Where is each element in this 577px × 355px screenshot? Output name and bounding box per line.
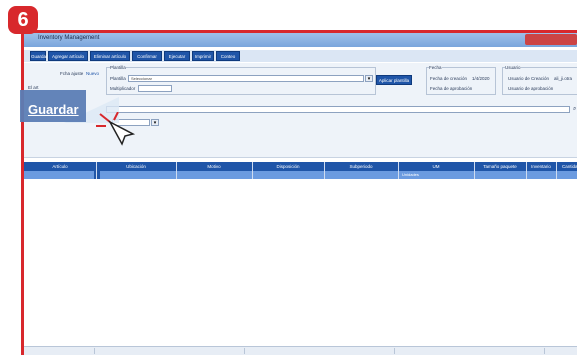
- usuario-group-label: Usuario: [505, 65, 521, 70]
- search-icon[interactable]: ⌕: [573, 106, 576, 113]
- delete-item-button[interactable]: Eliminar artículo: [90, 51, 130, 61]
- plantilla-dropdown-icon[interactable]: ▾: [365, 75, 373, 82]
- plantilla-label: Plantilla: [110, 76, 126, 81]
- multiplicador-input[interactable]: [138, 85, 172, 92]
- fecha-aprobacion-label: Fecha de aprobación: [430, 86, 473, 91]
- fecha-creacion-value: 1/4/2020: [472, 76, 490, 81]
- status-cell: [94, 348, 245, 354]
- add-item-button[interactable]: Agregar artículo: [48, 51, 88, 61]
- plantilla-group-label: Plantilla: [110, 65, 126, 70]
- column-divider: [252, 162, 253, 179]
- column-divider: [556, 162, 557, 179]
- column-divider: [176, 162, 177, 179]
- col-inventario[interactable]: Inventario: [526, 162, 556, 171]
- toolbar: Guardar Agregar artículo Eliminar artícu…: [24, 50, 577, 62]
- column-divider: [324, 162, 325, 179]
- window-title: Inventory Management: [38, 35, 100, 41]
- confirm-button[interactable]: Confirmar: [132, 51, 162, 61]
- step-number-badge: 6: [8, 6, 38, 34]
- window-controls[interactable]: [525, 34, 577, 45]
- column-divider: [526, 162, 527, 179]
- fecha-ajuste-label: Fcha ajuste: [60, 71, 84, 76]
- status-cell: [394, 348, 545, 354]
- multiplicador-label: Multiplicador: [110, 86, 136, 91]
- col-articulo[interactable]: Artículo: [24, 162, 96, 171]
- grid-header: Artículo Ubicación Motivo Disposición Su…: [24, 162, 577, 171]
- save-button[interactable]: Guardar: [30, 51, 48, 61]
- status-bar: [24, 346, 577, 355]
- fecha-group-label: Fecha: [429, 65, 442, 70]
- comment-input[interactable]: [106, 106, 570, 113]
- fecha-creacion-label: Fecha de creación: [430, 76, 468, 81]
- column-divider: [96, 162, 97, 179]
- col-cantidad[interactable]: Cantidad: [556, 162, 577, 171]
- col-tamano-paquete[interactable]: Tamaño paquete: [474, 162, 526, 171]
- table-row[interactable]: Unidades: [24, 171, 577, 179]
- col-motivo[interactable]: Motivo: [176, 162, 252, 171]
- col-um[interactable]: UM: [398, 162, 474, 171]
- grid-body: [24, 179, 577, 347]
- column-divider: [474, 162, 475, 179]
- usuario-creacion-value: ali_ji.otra: [554, 76, 573, 81]
- print-button[interactable]: Imprimir: [192, 51, 214, 61]
- col-disposicion[interactable]: Disposición: [252, 162, 324, 171]
- row-um: Unidades: [402, 172, 419, 177]
- col-subperiodo[interactable]: Subperiodo: [324, 162, 398, 171]
- title-bar: Inventory Management: [24, 33, 577, 47]
- status-cell: [244, 348, 395, 354]
- count-button[interactable]: Conteo: [216, 51, 240, 61]
- col-ubicacion[interactable]: Ubicación: [96, 162, 176, 171]
- row-edit-icon[interactable]: [94, 171, 100, 179]
- click-cursor-icon: [96, 112, 136, 146]
- save-callout-label: Guardar: [28, 102, 79, 117]
- execute-button[interactable]: Ejecutar: [164, 51, 190, 61]
- usuario-aprobacion-label: Usuario de aprobación: [508, 86, 554, 91]
- apply-template-button[interactable]: Aplicar plantilla: [376, 75, 412, 85]
- fecha-ajuste-value: Nuevo: [86, 71, 100, 76]
- column-divider: [398, 162, 399, 179]
- usuario-creacion-label: Usuario de Creación: [508, 76, 550, 81]
- app-window: Inventory Management Guardar Agregar art…: [21, 30, 577, 355]
- location-dropdown-icon[interactable]: ▾: [151, 119, 159, 126]
- plantilla-select[interactable]: Seleccionar: [128, 75, 364, 82]
- status-cell: [24, 348, 95, 354]
